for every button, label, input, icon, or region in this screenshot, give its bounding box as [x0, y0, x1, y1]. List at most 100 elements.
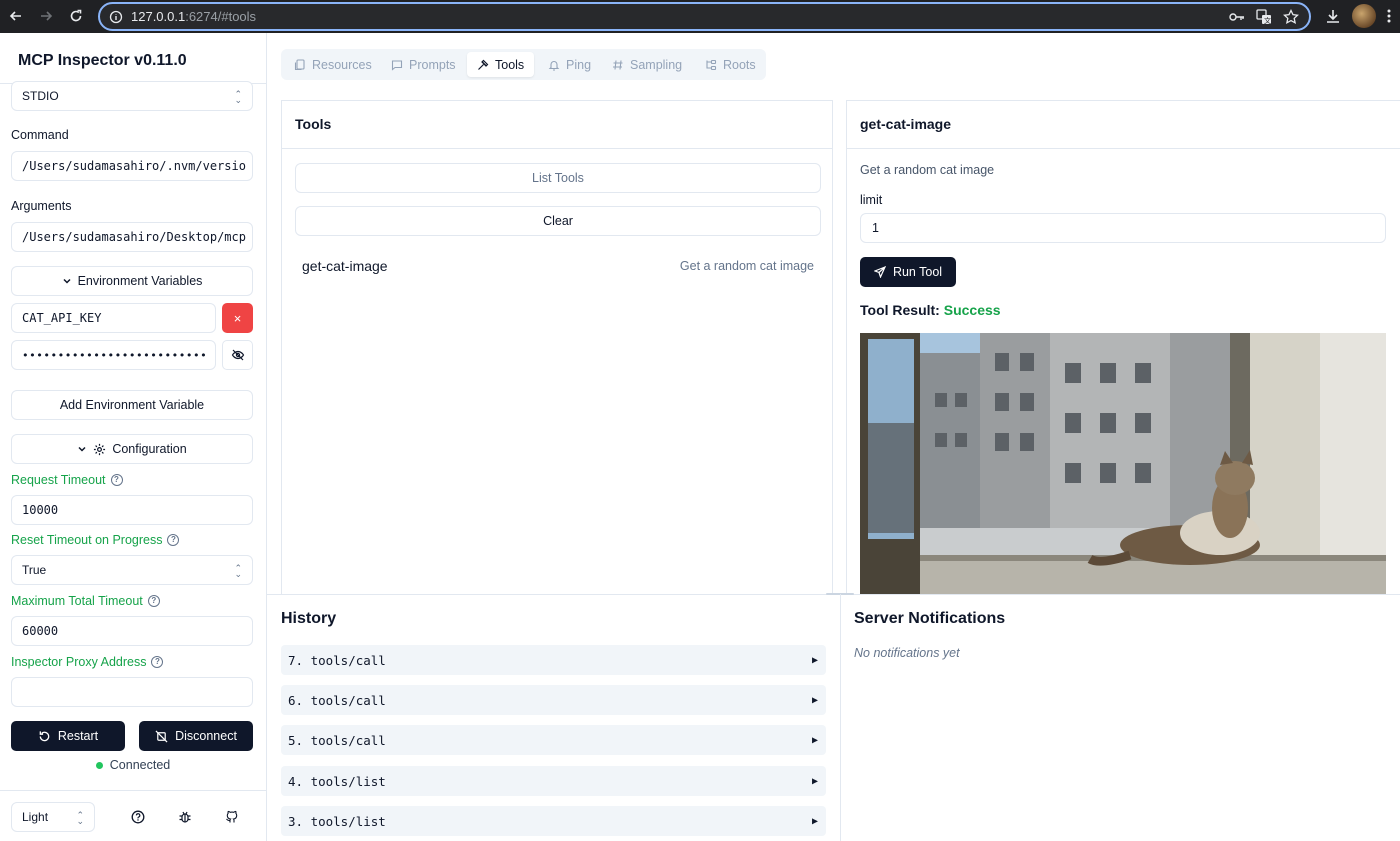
toggle-visibility-button[interactable]	[222, 340, 253, 370]
expand-icon: ▶	[811, 734, 818, 746]
tab-roots[interactable]: Roots	[695, 52, 766, 77]
request-timeout-input[interactable]: 10000	[11, 495, 253, 525]
history-item-label: 7. tools/call	[288, 652, 386, 668]
help-icon[interactable]: ?	[167, 534, 180, 546]
restart-label: Restart	[57, 729, 99, 743]
tab-ping[interactable]: Ping	[538, 52, 601, 77]
transport-select[interactable]: STDIO ⌃ ⌄	[11, 81, 253, 111]
tab-label: Sampling	[630, 57, 683, 72]
run-tool-button[interactable]: Run Tool	[860, 257, 956, 287]
command-input[interactable]: /Users/sudamasahiro/.nvm/versio	[11, 151, 253, 181]
app-title: MCP Inspector v0.11.0	[18, 52, 187, 69]
theme-select[interactable]: Light ⌃ ⌄	[11, 802, 95, 832]
env-value-input[interactable]: ••••••••••••••••••••••••••	[11, 340, 216, 370]
help-icon[interactable]: ?	[110, 474, 123, 486]
forward-icon[interactable]	[35, 5, 57, 27]
list-tools-button[interactable]: List Tools	[295, 163, 821, 193]
tool-description: Get a random cat image	[679, 259, 814, 273]
remove-env-button[interactable]: ×	[222, 303, 253, 333]
arguments-label: Arguments	[11, 199, 72, 213]
unplug-icon	[155, 730, 168, 742]
configuration-toggle-label: Configuration	[112, 442, 187, 456]
tool-name: get-cat-image	[302, 258, 388, 274]
proxy-address-label: Inspector Proxy Address?	[11, 655, 164, 669]
chevron-updown-icon: ⌃ ⌄	[76, 810, 84, 826]
divider	[0, 790, 266, 791]
status-text: Connected	[109, 758, 171, 772]
address-bar[interactable]: 127.0.0.1:6274/#tools 文	[98, 2, 1311, 31]
tool-list-item[interactable]: get-cat-image Get a random cat image	[295, 249, 821, 283]
sidebar: MCP Inspector v0.11.0 STDIO ⌃ ⌄ Command /…	[0, 33, 267, 841]
bookmark-star-icon[interactable]	[1281, 7, 1301, 27]
cat-result-image	[860, 333, 1386, 594]
browser-menu-icon[interactable]	[1379, 6, 1399, 26]
max-timeout-input[interactable]: 60000	[11, 616, 253, 646]
disconnect-button[interactable]: Disconnect	[139, 721, 253, 751]
help-icon[interactable]: ?	[147, 595, 160, 607]
history-title: History	[281, 610, 337, 627]
files-icon	[294, 58, 305, 70]
expand-icon: ▶	[811, 815, 818, 827]
proxy-address-input[interactable]	[11, 677, 253, 707]
notifications-title: Server Notifications	[854, 610, 1006, 627]
site-info-icon[interactable]	[109, 10, 123, 29]
help-circle-icon[interactable]	[126, 805, 150, 829]
env-key-input[interactable]: CAT_API_KEY	[11, 303, 216, 333]
env-vars-toggle-label: Environment Variables	[77, 274, 203, 288]
hash-icon	[613, 59, 623, 70]
back-icon[interactable]	[5, 5, 27, 27]
history-item[interactable]: 6. tools/call ▶	[281, 685, 826, 715]
arguments-input[interactable]: /Users/sudamasahiro/Desktop/mcp	[11, 222, 253, 252]
gear-icon	[94, 443, 106, 455]
theme-value: Light	[22, 810, 49, 824]
limit-input[interactable]: 1	[860, 213, 1386, 243]
tab-tools[interactable]: Tools	[467, 52, 535, 77]
profile-avatar[interactable]	[1352, 4, 1376, 28]
tab-bar: Resources Prompts Tools Ping Sampling Ro…	[281, 49, 766, 80]
hammer-icon	[478, 59, 489, 70]
request-timeout-label: Request Timeout?	[11, 473, 123, 487]
tab-sampling[interactable]: Sampling	[602, 52, 692, 77]
configuration-toggle[interactable]: Configuration	[11, 434, 253, 464]
run-tool-label: Run Tool	[892, 265, 943, 279]
history-item-label: 4. tools/list	[288, 773, 386, 789]
download-icon[interactable]	[1323, 6, 1343, 26]
tool-detail-description: Get a random cat image	[860, 163, 995, 177]
reset-timeout-select[interactable]: True ⌃ ⌄	[11, 555, 253, 585]
history-item[interactable]: 7. tools/call ▶	[281, 645, 826, 675]
tab-label: Resources	[312, 57, 372, 72]
param-label: limit	[860, 193, 883, 207]
connection-status: Connected	[0, 758, 266, 772]
tool-result-heading: Tool Result: Success	[860, 302, 1001, 318]
tool-detail-header: get-cat-image	[847, 101, 1400, 149]
tab-prompts[interactable]: Prompts	[381, 52, 466, 77]
env-vars-toggle[interactable]: Environment Variables	[11, 266, 253, 296]
key-icon[interactable]	[1227, 7, 1247, 27]
transport-value: STDIO	[22, 89, 59, 103]
history-item[interactable]: 4. tools/list ▶	[281, 766, 826, 796]
translate-icon[interactable]: 文	[1254, 7, 1274, 27]
clear-button[interactable]: Clear	[295, 206, 821, 236]
svg-text:文: 文	[1264, 16, 1271, 25]
divider	[840, 594, 841, 841]
history-item[interactable]: 5. tools/call ▶	[281, 725, 826, 755]
expand-icon: ▶	[811, 775, 818, 787]
reload-icon[interactable]	[65, 5, 87, 27]
rotate-ccw-icon	[39, 730, 50, 741]
notifications-empty-text: No notifications yet	[854, 646, 960, 660]
history-item-label: 6. tools/call	[288, 692, 386, 708]
github-icon[interactable]	[220, 805, 244, 829]
expand-icon: ▶	[811, 694, 818, 706]
bug-icon[interactable]	[173, 805, 197, 829]
expand-icon: ▶	[811, 654, 818, 666]
disconnect-label: Disconnect	[175, 729, 237, 743]
restart-button[interactable]: Restart	[11, 721, 125, 751]
add-env-var-button[interactable]: Add Environment Variable	[11, 390, 253, 420]
folder-tree-icon	[706, 59, 717, 70]
tab-resources[interactable]: Resources	[284, 52, 382, 77]
history-item-label: 3. tools/list	[288, 813, 386, 829]
browser-toolbar: 127.0.0.1:6274/#tools 文	[0, 0, 1400, 33]
history-item[interactable]: 3. tools/list ▶	[281, 806, 826, 836]
help-icon[interactable]: ?	[151, 656, 164, 668]
reset-timeout-value: True	[22, 563, 47, 577]
